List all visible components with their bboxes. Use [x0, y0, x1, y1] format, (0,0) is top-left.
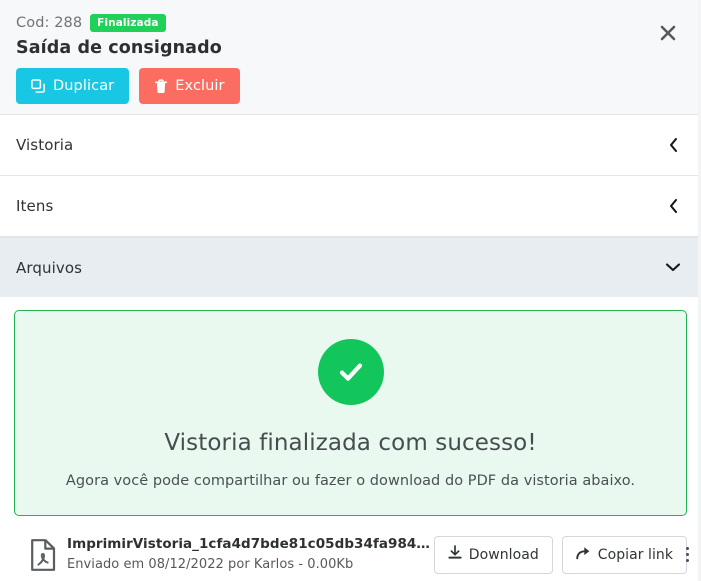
chevron-left-icon[interactable]	[665, 198, 681, 214]
accordion-header-arquivos[interactable]: Arquivos	[0, 237, 701, 297]
pdf-file-icon	[30, 538, 56, 571]
accordion-header-itens[interactable]: Itens	[0, 176, 701, 236]
file-upload-info: Enviado em 08/12/2022 por Karlos - 0.00K…	[67, 557, 354, 572]
header-actions: Duplicar Excluir	[16, 68, 685, 104]
download-icon	[448, 545, 462, 564]
copy-icon	[31, 78, 46, 94]
chevron-left-icon[interactable]	[665, 137, 681, 153]
success-alert-title: Vistoria finalizada com sucesso!	[164, 430, 537, 456]
delete-button-label: Excluir	[175, 78, 225, 94]
arquivos-panel-body: Vistoria finalizada com sucesso! Agora v…	[0, 297, 701, 581]
accordion-item-itens: Itens	[0, 176, 701, 237]
download-button[interactable]: Download	[433, 535, 553, 574]
accordion-header-vistoria[interactable]: Vistoria	[0, 115, 701, 175]
close-button[interactable]	[655, 21, 681, 47]
page-title: Saída de consignado	[16, 38, 222, 58]
close-icon	[658, 23, 678, 46]
duplicate-button[interactable]: Duplicar	[16, 68, 130, 104]
modal-header: Cod: 288 Finalizada Saída de consignado …	[0, 0, 701, 115]
accordion-item-vistoria: Vistoria	[0, 115, 701, 176]
file-row: ImprimirVistoria_1cfa4d7bde81c05db34fa98…	[14, 523, 689, 581]
check-circle-icon	[317, 339, 384, 405]
accordion-label-vistoria: Vistoria	[16, 136, 74, 154]
status-badge: Finalizada	[90, 14, 166, 32]
duplicate-button-label: Duplicar	[53, 78, 115, 94]
share-arrow-icon	[576, 546, 591, 564]
modal-screen: Cod: 288 Finalizada Saída de consignado …	[0, 0, 701, 581]
download-button-label: Download	[468, 546, 539, 563]
kebab-dot	[685, 547, 689, 550]
success-alert: Vistoria finalizada com sucesso! Agora v…	[14, 310, 687, 516]
accordion-label-itens: Itens	[16, 197, 54, 215]
accordion-item-arquivos: Arquivos	[0, 237, 701, 297]
copy-link-button[interactable]: Copiar link	[561, 535, 687, 574]
success-alert-subtitle: Agora você pode compartilhar ou fazer o …	[65, 473, 636, 489]
file-name: ImprimirVistoria_1cfa4d7bde81c05db34fa98…	[67, 536, 434, 552]
kebab-dot	[685, 553, 689, 556]
trash-icon	[154, 78, 168, 94]
accordion-label-arquivos: Arquivos	[16, 258, 83, 277]
file-meta: ImprimirVistoria_1cfa4d7bde81c05db34fa98…	[67, 535, 434, 574]
cod-line: Cod: 288 Finalizada	[16, 13, 685, 33]
chevron-down-icon[interactable]	[665, 260, 681, 276]
kebab-dot	[685, 559, 689, 562]
copy-link-button-label: Copiar link	[597, 546, 673, 563]
kebab-menu-icon[interactable]	[675, 540, 699, 570]
file-actions: Download Copiar link	[433, 535, 687, 574]
delete-button[interactable]: Excluir	[139, 68, 240, 104]
cod-label: Cod: 288	[16, 15, 83, 31]
